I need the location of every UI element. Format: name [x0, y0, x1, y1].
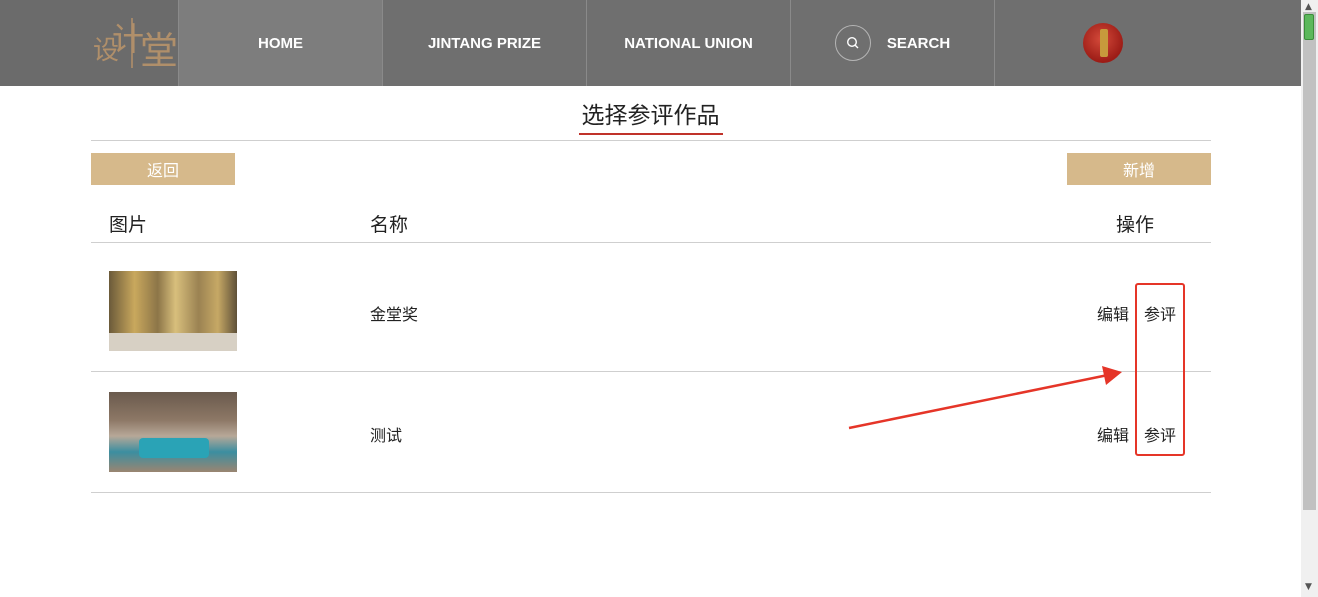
row-divider	[91, 492, 1211, 493]
title-underline	[579, 133, 723, 135]
logo-char-3: 堂	[140, 29, 179, 73]
table-row: 测试 编辑 参评	[91, 372, 1211, 492]
work-thumbnail[interactable]	[109, 271, 237, 351]
edit-link[interactable]: 编辑	[1097, 422, 1129, 446]
site-logo[interactable]: 设 计 堂	[0, 0, 178, 86]
nav-home[interactable]: HOME	[178, 0, 382, 86]
top-navigation-bar: 设 计 堂 HOME JINTANG PRIZE NATIONAL UNION …	[0, 0, 1301, 86]
search-label[interactable]: SEARCH	[887, 35, 950, 52]
scroll-indicator	[1304, 14, 1314, 40]
nav-jintang-prize[interactable]: JINTANG PRIZE	[382, 0, 586, 86]
user-avatar-icon[interactable]	[1083, 23, 1123, 63]
column-header-action: 操作	[1116, 214, 1155, 236]
edit-link[interactable]: 编辑	[1097, 301, 1129, 325]
work-name: 测试	[370, 426, 403, 445]
title-divider	[91, 140, 1211, 141]
nav-national-union[interactable]: NATIONAL UNION	[586, 0, 790, 86]
scroll-down-arrow-icon[interactable]: ▼	[1305, 582, 1312, 592]
logo-divider	[131, 18, 133, 68]
search-icon[interactable]	[834, 25, 871, 61]
page-title: 选择参评作品	[581, 103, 720, 129]
main-nav: HOME JINTANG PRIZE NATIONAL UNION SEARCH	[178, 0, 1301, 86]
nav-search[interactable]: SEARCH	[790, 0, 994, 86]
table-row: 金堂奖 编辑 参评	[91, 243, 1211, 371]
back-button[interactable]: 返回	[91, 153, 235, 185]
add-button[interactable]: 新增	[1067, 153, 1211, 185]
column-header-image: 图片	[109, 214, 148, 236]
scroll-up-arrow-icon[interactable]: ▲	[1305, 2, 1312, 12]
scroll-thumb[interactable]	[1303, 12, 1316, 510]
column-header-name: 名称	[370, 214, 409, 236]
work-thumbnail[interactable]	[109, 392, 237, 472]
work-name: 金堂奖	[370, 305, 419, 324]
annotation-highlight-box	[1135, 283, 1185, 456]
user-area	[994, 0, 1301, 86]
vertical-scrollbar[interactable]: ▲ ▼	[1301, 0, 1318, 597]
